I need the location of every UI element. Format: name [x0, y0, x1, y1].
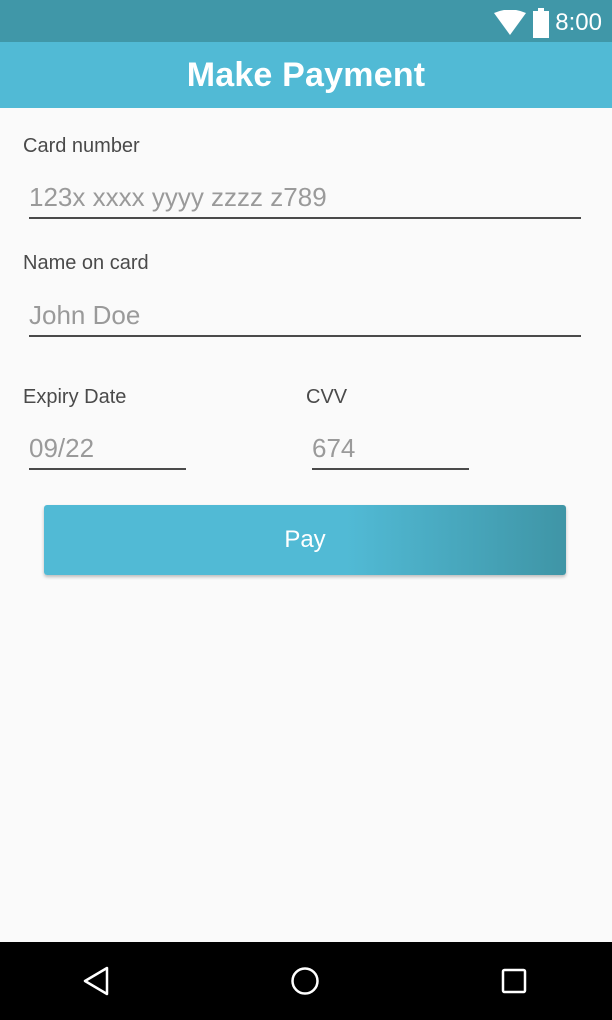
status-icons: 8:00 — [493, 8, 602, 38]
cvv-label: CVV — [306, 386, 348, 408]
cvv-input[interactable] — [312, 428, 469, 470]
pay-button[interactable]: Pay — [44, 505, 566, 575]
home-button[interactable] — [285, 961, 325, 1001]
name-on-card-input[interactable] — [29, 295, 581, 337]
status-time: 8:00 — [555, 9, 602, 36]
page-title: Make Payment — [186, 55, 426, 94]
recents-icon — [501, 968, 527, 994]
card-number-input[interactable] — [29, 177, 581, 219]
status-bar: 8:00 — [0, 0, 612, 42]
name-on-card-label: Name on card — [23, 252, 149, 274]
battery-icon — [533, 8, 550, 38]
expiry-date-input[interactable] — [29, 428, 186, 470]
recents-button[interactable] — [494, 961, 534, 1001]
expiry-date-label: Expiry Date — [23, 386, 127, 408]
card-number-label: Card number — [23, 135, 140, 157]
app-bar: Make Payment — [0, 42, 612, 108]
navigation-bar — [0, 942, 612, 1020]
back-button[interactable] — [76, 961, 116, 1001]
back-icon — [82, 966, 110, 996]
home-icon — [290, 966, 320, 996]
wifi-icon — [493, 10, 527, 36]
